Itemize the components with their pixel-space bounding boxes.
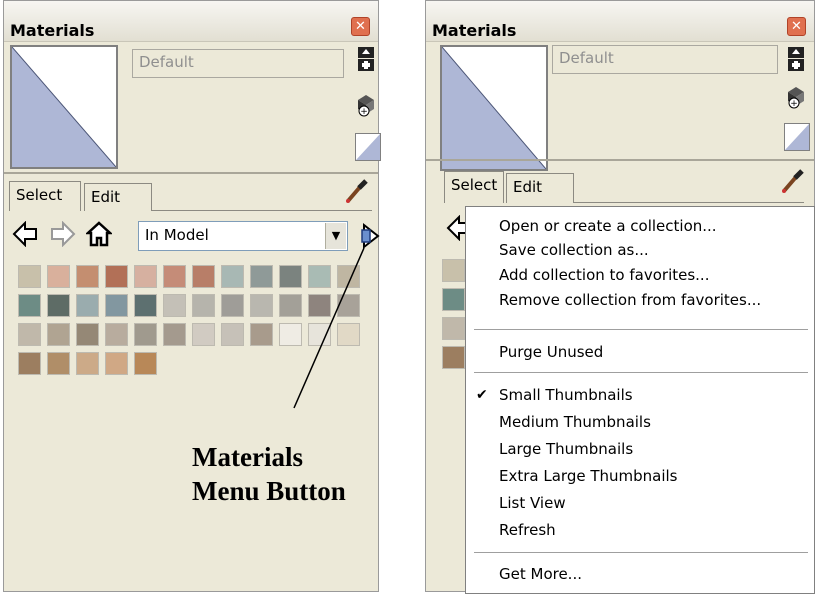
material-swatch[interactable]	[163, 294, 186, 317]
material-swatch[interactable]	[163, 265, 186, 288]
material-swatch[interactable]	[250, 265, 273, 288]
materials-context-menu: Open or create a collection... Save coll…	[465, 206, 815, 594]
tab-baseline	[152, 210, 372, 211]
menu-separator	[474, 552, 808, 553]
material-swatch[interactable]	[442, 346, 465, 369]
material-swatch[interactable]	[192, 265, 215, 288]
menu-item-purge-unused[interactable]: Purge Unused	[499, 343, 603, 361]
panel-title: Materials	[432, 21, 517, 40]
menu-item-small-thumbnails[interactable]: Small Thumbnails	[499, 386, 633, 404]
paint-bucket-icon[interactable]: +	[784, 85, 808, 109]
material-swatch[interactable]	[442, 317, 465, 340]
material-swatch[interactable]	[105, 323, 128, 346]
menu-item-medium-thumbnails[interactable]: Medium Thumbnails	[499, 413, 651, 431]
material-swatch[interactable]	[76, 265, 99, 288]
menu-item-save-collection[interactable]: Save collection as...	[499, 241, 649, 259]
material-swatch[interactable]	[442, 259, 465, 282]
material-swatch[interactable]	[47, 352, 70, 375]
svg-text:+: +	[360, 107, 368, 117]
tab-edit[interactable]: Edit	[506, 173, 574, 203]
default-swatch-icon[interactable]	[355, 133, 381, 161]
checkmark-icon: ✔	[476, 387, 488, 403]
menu-item-list-view[interactable]: List View	[499, 494, 566, 512]
material-swatch[interactable]	[250, 323, 273, 346]
create-material-icon[interactable]	[784, 47, 808, 71]
collection-dropdown-value: In Model	[145, 226, 209, 244]
material-swatch[interactable]	[76, 323, 99, 346]
material-preview	[10, 45, 118, 169]
material-swatch[interactable]	[105, 294, 128, 317]
panel-title: Materials	[10, 21, 95, 40]
panel-divider	[426, 159, 814, 161]
home-icon[interactable]	[84, 221, 114, 253]
material-swatch[interactable]	[442, 288, 465, 311]
tab-select[interactable]: Select	[9, 181, 81, 211]
material-swatch[interactable]	[105, 352, 128, 375]
material-swatch[interactable]	[134, 265, 157, 288]
material-name-field[interactable]: Default	[132, 49, 344, 78]
close-button[interactable]: ✕	[787, 17, 806, 36]
title-bar: Materials ✕	[4, 1, 378, 42]
panel-divider	[4, 172, 378, 174]
tab-edit[interactable]: Edit	[84, 183, 152, 211]
material-swatch[interactable]	[250, 294, 273, 317]
create-material-icon[interactable]	[354, 47, 378, 71]
material-swatch[interactable]	[18, 323, 41, 346]
material-swatch[interactable]	[163, 323, 186, 346]
default-swatch-icon[interactable]	[784, 123, 810, 151]
material-swatch[interactable]	[76, 352, 99, 375]
material-preview-swatch	[12, 47, 116, 167]
menu-item-add-to-favorites[interactable]: Add collection to favorites...	[499, 266, 709, 284]
forward-arrow-icon[interactable]	[50, 220, 76, 253]
eyedropper-icon[interactable]	[344, 177, 370, 211]
menu-item-get-more[interactable]: Get More...	[499, 565, 582, 583]
close-button[interactable]: ✕	[351, 17, 370, 36]
eyedropper-icon[interactable]	[780, 167, 806, 201]
annotation-pointer-line	[293, 247, 365, 409]
menu-item-large-thumbnails[interactable]: Large Thumbnails	[499, 440, 633, 458]
material-swatch[interactable]	[221, 265, 244, 288]
tab-baseline	[574, 202, 804, 203]
menu-item-remove-from-favorites[interactable]: Remove collection from favorites...	[499, 291, 761, 309]
menu-item-open-collection[interactable]: Open or create a collection...	[499, 217, 717, 235]
material-preview-swatch	[442, 47, 546, 169]
annotation-label: Materials Menu Button	[192, 440, 346, 508]
material-swatch[interactable]	[134, 352, 157, 375]
material-swatch[interactable]	[47, 294, 70, 317]
material-preview	[440, 45, 548, 171]
material-swatch[interactable]	[18, 294, 41, 317]
material-swatch[interactable]	[18, 265, 41, 288]
material-swatch[interactable]	[221, 323, 244, 346]
menu-separator	[474, 329, 808, 330]
svg-text:+: +	[790, 99, 798, 109]
annotation-line-1: Materials	[192, 442, 303, 472]
material-name-field[interactable]: Default	[552, 45, 778, 74]
material-swatch[interactable]	[18, 352, 41, 375]
menu-item-extra-large-thumbnails[interactable]: Extra Large Thumbnails	[499, 467, 678, 485]
menu-item-refresh[interactable]: Refresh	[499, 521, 556, 539]
title-bar: Materials ✕	[426, 1, 814, 42]
material-swatch[interactable]	[192, 294, 215, 317]
paint-bucket-icon[interactable]: +	[354, 93, 378, 117]
material-swatch[interactable]	[47, 265, 70, 288]
material-swatch[interactable]	[134, 323, 157, 346]
material-swatch[interactable]	[134, 294, 157, 317]
material-swatch[interactable]	[105, 265, 128, 288]
annotation-line-2: Menu Button	[192, 476, 346, 506]
material-swatch[interactable]	[47, 323, 70, 346]
menu-separator	[474, 372, 808, 373]
back-arrow-icon[interactable]	[12, 220, 38, 253]
material-swatch[interactable]	[221, 294, 244, 317]
material-swatch[interactable]	[192, 323, 215, 346]
tab-select[interactable]: Select	[444, 171, 504, 203]
material-swatch[interactable]	[76, 294, 99, 317]
